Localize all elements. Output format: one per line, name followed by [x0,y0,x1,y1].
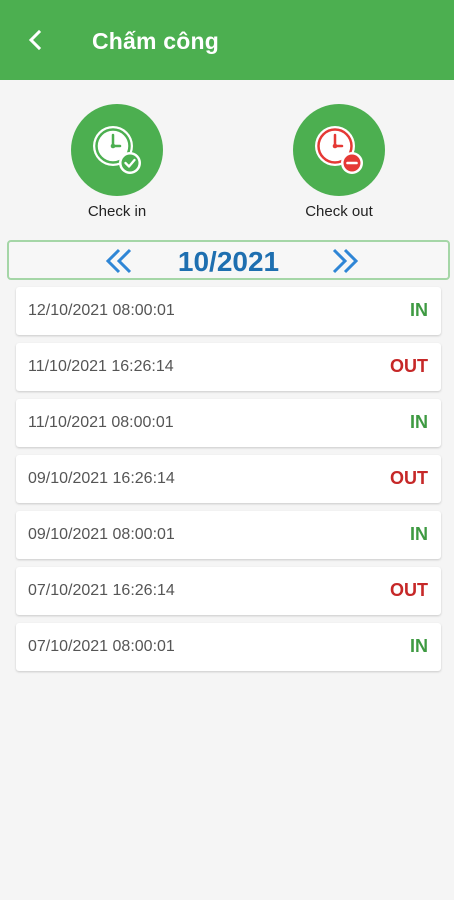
record-type: IN [410,636,428,656]
record-time: 07/10/2021 16:26:14 [28,582,175,599]
record-type: OUT [390,356,428,376]
record-time: 12/10/2021 08:00:01 [28,302,175,319]
list-item[interactable]: 12/10/2021 08:00:01 IN [16,287,441,335]
page-title: Chấm công [92,28,220,54]
record-time: 09/10/2021 08:00:01 [28,526,175,543]
check-out-circle [293,104,385,196]
record-type: IN [410,524,428,544]
check-in-label: Check in [87,203,147,220]
check-in-circle [71,104,163,196]
app-bar: Chấm công [0,0,454,80]
clock-minus-icon [315,126,363,174]
list-item[interactable]: 11/10/2021 16:26:14 OUT [16,343,441,391]
clock-check-icon [93,126,141,174]
list-item[interactable]: 11/10/2021 08:00:01 IN [16,399,441,447]
record-type: OUT [390,468,428,488]
record-time: 11/10/2021 16:26:14 [28,358,174,375]
record-time: 09/10/2021 16:26:14 [28,470,175,487]
list-item[interactable]: 09/10/2021 08:00:01 IN [16,511,441,559]
list-item[interactable]: 07/10/2021 16:26:14 OUT [16,567,441,615]
record-time: 11/10/2021 08:00:01 [28,414,174,431]
check-out-button[interactable]: Check out [279,104,399,220]
month-selector: 10/2021 [7,240,450,280]
record-type: IN [410,300,428,320]
attendance-list: 12/10/2021 08:00:01 IN 11/10/2021 16:26:… [16,287,441,679]
check-out-label: Check out [305,203,373,220]
app-screen: Chấm công Check in Check out 10/2021 12/… [0,0,454,900]
list-item[interactable]: 07/10/2021 08:00:01 IN [16,623,441,671]
double-chevron-right-icon [332,248,359,274]
current-month: 10/2021 [177,246,280,277]
record-type: IN [410,412,428,432]
back-button[interactable] [20,24,52,56]
check-in-button[interactable]: Check in [57,104,177,220]
next-month-button[interactable] [327,246,363,276]
record-type: OUT [390,580,428,600]
list-item[interactable]: 09/10/2021 16:26:14 OUT [16,455,441,503]
record-time: 07/10/2021 08:00:01 [28,638,175,655]
chevron-left-icon [28,29,42,51]
